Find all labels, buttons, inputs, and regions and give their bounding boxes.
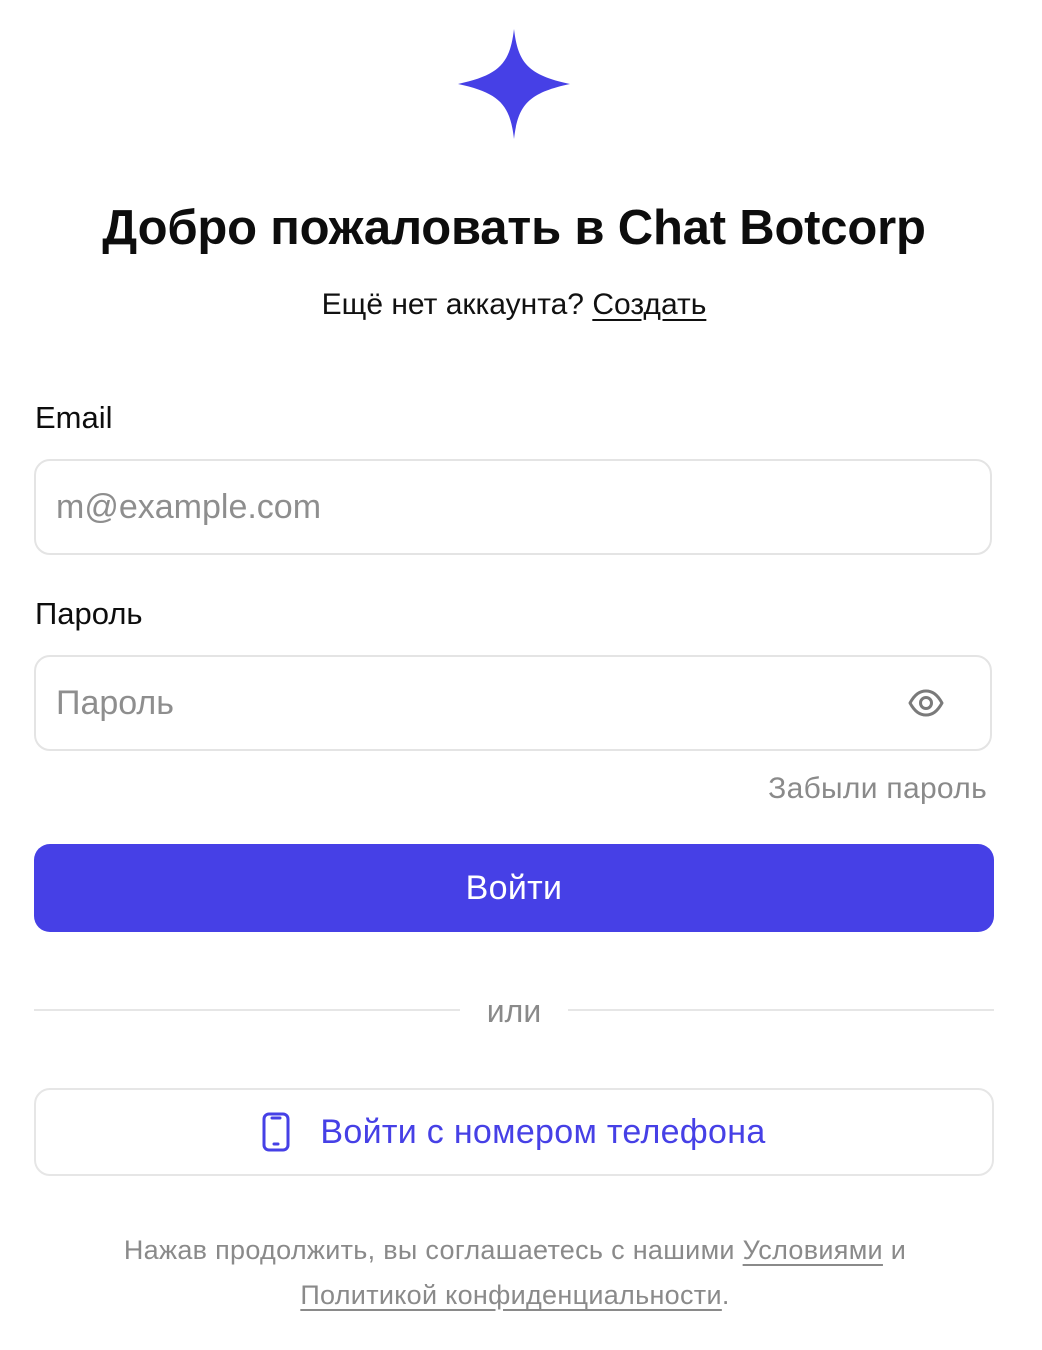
forgot-password-link[interactable]: Забыли пароль [768,768,987,810]
password-field-container [34,655,992,751]
legal-notice: Нажав продолжить, вы соглашаетесь с наши… [0,1228,1030,1318]
password-field[interactable] [56,657,896,749]
privacy-policy-link[interactable]: Политикой конфиденциальности [300,1280,722,1310]
divider-line-left [34,1009,460,1011]
email-field-container [34,459,992,555]
divider-line-right [568,1009,994,1011]
eye-icon[interactable] [908,687,944,719]
phone-login-label: Войти с номером телефона [320,1112,766,1151]
email-label: Email [35,400,113,435]
phone-login-button[interactable]: Войти с номером телефона [34,1088,994,1176]
email-field[interactable] [56,461,896,553]
terms-link[interactable]: Условиями [743,1235,883,1265]
divider-text: или [486,993,542,1029]
login-button[interactable]: Войти [34,844,994,932]
legal-prefix: Нажав продолжить, вы соглашаетесь с наши… [123,1235,735,1265]
smartphone-icon [262,1112,290,1152]
login-page: Добро пожаловать в Chat Botcorp Ещё нет … [0,0,1042,1350]
signup-prompt: Ещё нет аккаунта? Создать [0,284,1028,326]
legal-suffix: . [721,1280,730,1310]
legal-conjunction: и [890,1235,907,1265]
create-account-link[interactable]: Создать [592,288,706,321]
page-title: Добро пожаловать в Chat Botcorp [102,201,926,255]
signup-prompt-text: Ещё нет аккаунта? [321,288,584,321]
password-label: Пароль [35,596,143,631]
sparkle-star-icon [458,29,570,139]
